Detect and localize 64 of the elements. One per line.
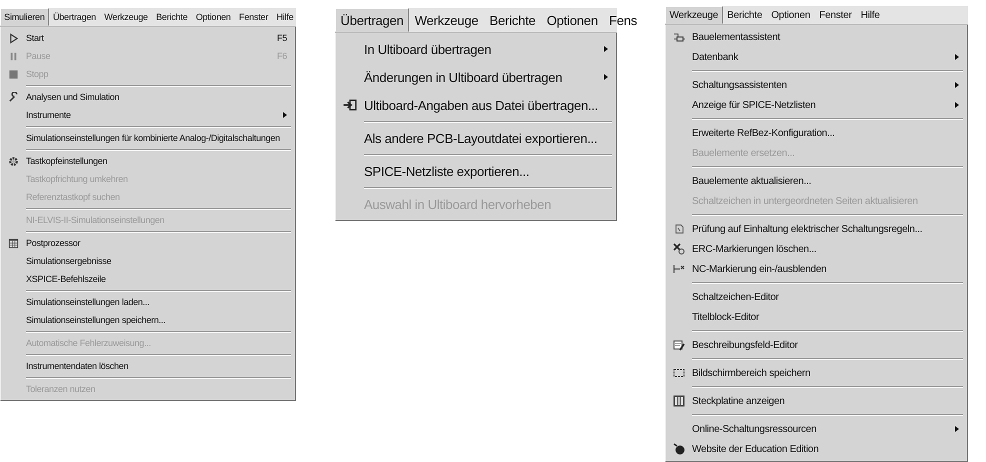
note-pencil-icon xyxy=(673,339,685,351)
menu-bar-item[interactable]: Fens xyxy=(603,8,643,32)
calculator-icon xyxy=(8,238,19,248)
menu-bar-item[interactable]: Optionen xyxy=(192,8,235,26)
menu-item[interactable]: SPICE-Netzliste exportieren... xyxy=(336,157,616,185)
menu-item[interactable]: NC-Markierung ein-/ausblenden xyxy=(666,259,967,279)
shortcut-text: F5 xyxy=(276,33,287,43)
menu-bar-item[interactable]: Übertragen xyxy=(335,8,410,32)
shortcut-text: F6 xyxy=(276,51,287,61)
menu-item[interactable]: Schaltungsassistenten xyxy=(666,75,967,95)
menu-item[interactable]: Instrumentendaten löschen xyxy=(1,357,295,375)
menu-bar-item[interactable]: Simulieren xyxy=(0,8,49,26)
menu-item[interactable]: Ultiboard-Angaben aus Datei übertragen... xyxy=(336,91,616,119)
menu-item[interactable]: Schaltzeichen-Editor xyxy=(666,287,967,307)
menu-item[interactable]: Prüfung auf Einhaltung elektrischer Schaltungsregeln... xyxy=(666,219,967,239)
menu-item[interactable]: In Ultiboard übertragen xyxy=(336,35,616,63)
menu-bar-item[interactable]: Hilfe xyxy=(856,6,884,24)
menu-bar-item[interactable]: Werkzeuge xyxy=(665,6,723,24)
stop-icon xyxy=(8,68,19,80)
grid-board-icon xyxy=(673,395,685,407)
menu-item[interactable]: Simulationsergebnisse xyxy=(1,252,295,270)
menu-item[interactable]: Datenbank xyxy=(666,47,967,67)
menu-item[interactable]: Simulationseinstellungen speichern... xyxy=(1,311,295,329)
menu-item[interactable]: Postprozessor xyxy=(1,234,295,252)
menu-bar-item[interactable]: Hilfe xyxy=(272,8,298,26)
menu-item[interactable]: Website der Education Edition xyxy=(666,439,967,459)
marker-erase-icon xyxy=(673,243,685,255)
play-icon xyxy=(8,32,19,44)
menu-item[interactable]: Tastkopfeinstellungen xyxy=(1,152,295,170)
menu-item[interactable]: Simulationseinstellungen laden... xyxy=(1,293,295,311)
menu-item[interactable]: Bauelemente aktualisieren... xyxy=(666,171,967,191)
menu-bar-item[interactable]: Fenster xyxy=(234,8,272,26)
menu-bar-item[interactable]: Fenster xyxy=(814,6,856,24)
menu-bar-item[interactable]: Berichte xyxy=(484,8,542,32)
menu-item[interactable]: Start F5 xyxy=(1,29,295,47)
menu-bar-item[interactable]: Berichte xyxy=(152,8,192,26)
menu-bar-item[interactable]: Optionen xyxy=(766,6,815,24)
menu-item[interactable]: Analysen und Simulation xyxy=(1,88,295,106)
menu-item[interactable]: Änderungen in Ultiboard übertragen xyxy=(336,63,616,91)
pause-icon xyxy=(8,50,19,62)
wrench-icon xyxy=(8,92,19,102)
menu-item[interactable]: XSPICE-Befehlszeile xyxy=(1,270,295,288)
component-icon xyxy=(673,31,685,43)
menu-item[interactable]: Beschreibungsfeld-Editor xyxy=(666,335,967,355)
menu-item[interactable]: Bauelementassistent xyxy=(666,27,967,47)
menu-bar-item[interactable]: Optionen xyxy=(541,8,604,32)
menu-bar-item[interactable]: Übertragen xyxy=(48,8,100,26)
gear-icon xyxy=(8,156,19,166)
menu-bar-item[interactable]: Werkzeuge xyxy=(409,8,484,32)
menu-item[interactable]: Titelblock-Editor xyxy=(666,307,967,327)
import-arrow-icon xyxy=(343,98,357,112)
menu-item[interactable]: Instrumente xyxy=(1,106,295,124)
menu-item[interactable]: Simulationseinstellungen für kombinierte Analog-/Digitalschaltungen xyxy=(1,129,295,147)
menu-item[interactable]: Erweiterte RefBez-Konfiguration... xyxy=(666,123,967,143)
connector-marker-icon xyxy=(673,263,685,275)
menu-item[interactable]: Anzeige für SPICE-Netzlisten xyxy=(666,95,967,115)
menu-item[interactable]: Steckplatine anzeigen xyxy=(666,391,967,411)
menu-item[interactable]: Bildschirmbereich speichern xyxy=(666,363,967,383)
menu-item[interactable]: ERC-Markierungen löschen... xyxy=(666,239,967,259)
dashed-rectangle-icon xyxy=(673,367,685,379)
menu-bar-item[interactable]: Werkzeuge xyxy=(100,8,152,26)
menu-bar-item[interactable]: Berichte xyxy=(722,6,767,24)
menu-item[interactable]: Als andere PCB-Layoutdatei exportieren... xyxy=(336,124,616,152)
menu-item[interactable]: Online-Schaltungsressourcen xyxy=(666,419,967,439)
